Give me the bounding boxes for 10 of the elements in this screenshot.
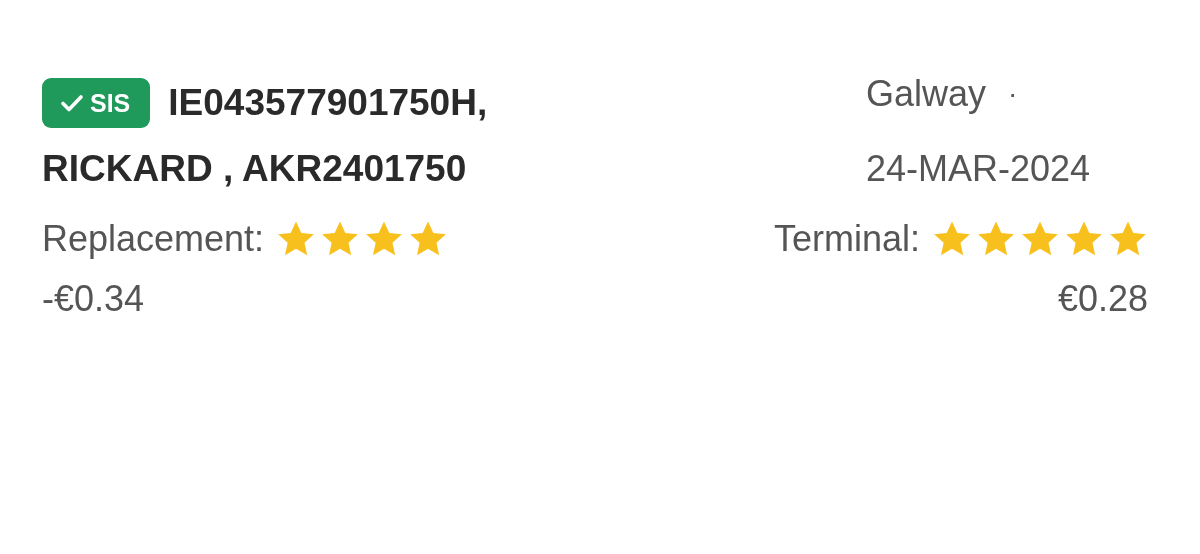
rating-label: Replacement: [42,218,265,260]
verified-badge: SIS [42,78,151,128]
date-text: 24-MAR-2024 [865,148,1090,190]
location-text: Galway [865,73,986,115]
record-title: IE043577901750H, [168,82,488,124]
amount-text: -€0.34 [42,278,146,320]
rating-label: Terminal: [773,218,920,260]
amount-text: €0.28 [1057,278,1148,320]
record-title: RICKARD , AKR2401750 [42,147,468,191]
separator-dot: · [1007,78,1018,110]
